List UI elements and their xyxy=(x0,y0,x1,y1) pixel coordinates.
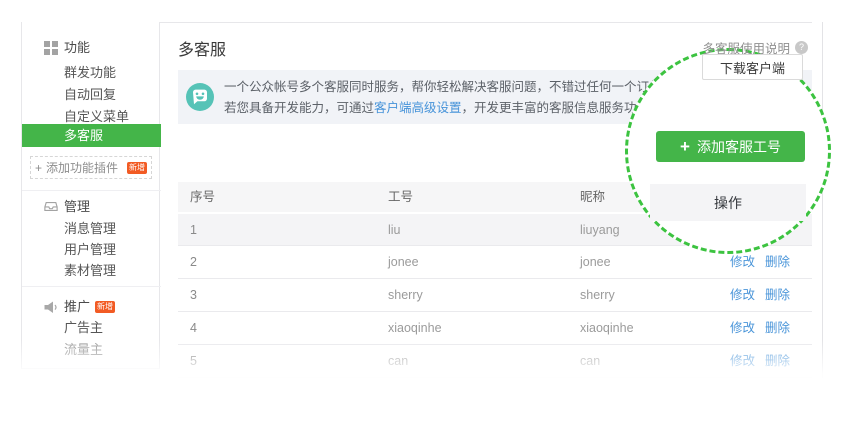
advanced-settings-link[interactable]: 客户端高级设置 xyxy=(374,101,462,115)
delete-link[interactable]: 删除 xyxy=(765,321,790,335)
notice-line1: 一个公众帐号多个客服同时服务，帮你轻松解决客服问题，不错过任何一个订单； xyxy=(224,77,674,98)
notice-line2: 若您具备开发能力，可通过客户端高级设置，开发更丰富的客服信息服务功能； xyxy=(224,98,674,119)
delete-link[interactable]: 删除 xyxy=(765,255,790,269)
cell-index: 2 xyxy=(190,246,197,279)
cell-nickname: liuyang xyxy=(580,214,620,246)
sidebar-item-advertiser[interactable]: 广告主 xyxy=(64,320,103,336)
multi-customer-service-page: 功能 群发功能 自动回复 自定义菜单 多客服 + 添加功能插件 新增 管理 消息… xyxy=(0,0,842,423)
add-agent-button[interactable]: + 添加客服工号 xyxy=(656,131,805,162)
add-agent-label: 添加客服工号 xyxy=(697,137,781,157)
sidebar-item-auto-reply[interactable]: 自动回复 xyxy=(64,87,116,103)
cell-account: xiaoqinhe xyxy=(388,312,442,345)
notice-text: 一个公众帐号多个客服同时服务，帮你轻松解决客服问题，不错过任何一个订单； 若您具… xyxy=(224,77,674,118)
table-row: 5 can can 修改删除 xyxy=(178,345,812,378)
row-actions: 修改删除 xyxy=(720,312,790,345)
sidebar-item-user-manage[interactable]: 用户管理 xyxy=(64,242,116,258)
row-actions: 修改删除 xyxy=(720,279,790,312)
edit-link[interactable]: 修改 xyxy=(730,321,755,335)
download-client-button[interactable]: 下载客户端 xyxy=(702,54,803,80)
add-plugin-button[interactable]: + 添加功能插件 新增 xyxy=(30,156,152,179)
cell-index: 5 xyxy=(190,345,197,378)
sidebar-section-promo[interactable]: 推广新增 xyxy=(64,299,115,315)
delete-link[interactable]: 删除 xyxy=(765,288,790,302)
sidebar-item-mass-send[interactable]: 群发功能 xyxy=(64,65,116,81)
plus-icon: + xyxy=(680,138,690,155)
cell-index: 1 xyxy=(190,214,197,246)
sidebar-divider xyxy=(22,286,161,287)
sidebar-section-manage[interactable]: 管理 xyxy=(64,199,90,215)
right-panel-border xyxy=(822,22,823,378)
sidebar-item-traffic-owner[interactable]: 流量主 xyxy=(64,342,103,358)
add-plugin-label: 添加功能插件 xyxy=(46,159,118,176)
promo-label: 推广 xyxy=(64,299,90,314)
row-actions: 修改删除 xyxy=(720,345,790,378)
sidebar-item-multi-cs-active[interactable]: 多客服 xyxy=(22,124,161,147)
cell-account: can xyxy=(388,345,408,378)
cell-account: sherry xyxy=(388,279,423,312)
page-title: 多客服 xyxy=(178,36,226,60)
operation-header-highlight: 操作 xyxy=(650,184,806,221)
inbox-icon xyxy=(44,200,58,214)
cell-account: liu xyxy=(388,214,401,246)
edit-link[interactable]: 修改 xyxy=(730,354,755,368)
table-row: 4 xiaoqinhe xiaoqinhe 修改删除 xyxy=(178,312,812,345)
header-nickname: 昵称 xyxy=(580,182,605,212)
new-badge: 新增 xyxy=(127,162,147,174)
sidebar: 功能 群发功能 自动回复 自定义菜单 多客服 + 添加功能插件 新增 管理 消息… xyxy=(21,22,160,369)
cell-nickname: sherry xyxy=(580,279,615,312)
cell-nickname: xiaoqinhe xyxy=(580,312,634,345)
question-icon: ? xyxy=(795,41,808,54)
sidebar-item-custom-menu[interactable]: 自定义菜单 xyxy=(64,109,129,125)
table-row: 3 sherry sherry 修改删除 xyxy=(178,279,812,312)
megaphone-icon xyxy=(44,301,58,315)
sidebar-section-function[interactable]: 功能 xyxy=(64,40,90,56)
cell-account: jonee xyxy=(388,246,419,279)
sidebar-divider xyxy=(22,190,161,191)
chat-smiley-icon xyxy=(186,83,214,111)
edit-link[interactable]: 修改 xyxy=(730,288,755,302)
sidebar-item-material-manage[interactable]: 素材管理 xyxy=(64,263,116,279)
sidebar-item-message-manage[interactable]: 消息管理 xyxy=(64,221,116,237)
edit-link[interactable]: 修改 xyxy=(730,255,755,269)
cell-nickname: jonee xyxy=(580,246,611,279)
cell-index: 3 xyxy=(190,279,197,312)
new-badge: 新增 xyxy=(95,301,115,313)
header-index: 序号 xyxy=(190,182,215,212)
delete-link[interactable]: 删除 xyxy=(765,354,790,368)
plus-icon: + xyxy=(35,161,42,175)
grid-icon xyxy=(44,41,58,55)
header-account: 工号 xyxy=(388,182,413,212)
cell-nickname: can xyxy=(580,345,600,378)
cell-index: 4 xyxy=(190,312,197,345)
